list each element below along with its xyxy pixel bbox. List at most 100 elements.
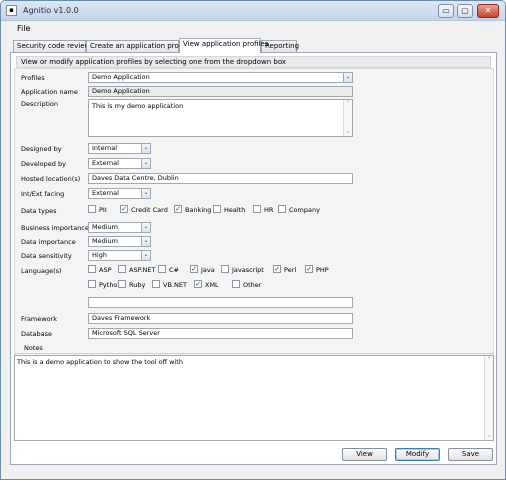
chevron-down-icon: ⌄ [141, 189, 150, 198]
facing-value: External [92, 189, 119, 197]
description-textarea[interactable]: This is my demo application ⌃ ⌄ [88, 99, 353, 137]
maximize-button[interactable]: ▢ [457, 4, 473, 18]
data-sensitivity-label: Data sensitivity [21, 252, 72, 260]
info-banner: View or modify application profiles by s… [16, 56, 491, 68]
language-checkbox-label: VB.NET [163, 281, 187, 289]
business-importance-label: Business importance [21, 224, 89, 232]
data-type-checkbox-label: Company [289, 206, 320, 214]
data-type-checkbox-label: Banking [185, 206, 212, 214]
close-button[interactable]: ✕ [477, 4, 499, 18]
developed-by-dropdown[interactable]: External ⌄ [88, 158, 151, 169]
developed-by-value: External [92, 159, 119, 167]
notes-textarea[interactable]: This is a demo application to show the t… [14, 355, 494, 441]
data-importance-label: Data importance [21, 238, 76, 246]
language-checkbox[interactable] [152, 280, 160, 288]
language-checkbox[interactable]: ✓ [305, 265, 313, 273]
database-field[interactable]: Microsoft SQL Server [88, 328, 353, 339]
chevron-down-icon: ⌄ [343, 73, 352, 82]
hosted-location-field[interactable]: Daves Data Centre, Dublin [88, 173, 353, 184]
data-importance-value: Medium [92, 237, 118, 245]
language-checkbox-label: Ruby [129, 281, 146, 289]
data-type-checkbox-label: PII [99, 206, 107, 214]
developed-by-label: Developed by [21, 160, 66, 168]
language-checkbox-label: Other [243, 281, 262, 289]
scroll-down-icon[interactable]: ⌄ [344, 128, 352, 136]
language-checkbox-label: Java [201, 266, 215, 274]
data-importance-dropdown[interactable]: Medium ⌄ [88, 236, 151, 247]
notes-header: Notes [14, 344, 494, 354]
language-checkbox[interactable] [118, 265, 126, 273]
data-type-checkbox[interactable] [88, 205, 96, 213]
languages-label: Language(s) [21, 267, 62, 275]
language-checkbox[interactable] [232, 280, 240, 288]
window-title: Agnitio v1.0.0 [23, 6, 79, 15]
database-label: Database [21, 330, 53, 338]
application-name-label: Application name [21, 88, 78, 96]
data-type-checkbox[interactable]: ✓ [174, 205, 182, 213]
profiles-dropdown[interactable]: Demo Application ⌄ [88, 72, 353, 83]
language-checkbox-label: C# [169, 266, 179, 274]
data-type-checkbox[interactable] [253, 205, 261, 213]
language-checkbox[interactable]: ✓ [190, 265, 198, 273]
facing-label: Int/Ext facing [21, 190, 65, 198]
minimize-button[interactable]: ▭ [438, 4, 454, 18]
tab-view-application-profiles[interactable]: View application profiles [179, 38, 268, 53]
business-importance-dropdown[interactable]: Medium ⌄ [88, 222, 151, 233]
language-checkbox[interactable] [88, 280, 96, 288]
data-types-label: Data types [21, 207, 57, 215]
data-type-checkbox[interactable]: ✓ [120, 205, 128, 213]
app-icon: ▪ [6, 5, 17, 16]
chevron-down-icon: ⌄ [141, 237, 150, 246]
designed-by-value: Internal [92, 144, 118, 152]
profiles-label: Profiles [21, 74, 45, 82]
menu-file[interactable]: File [17, 24, 30, 33]
language-checkbox-label: ASP [99, 266, 112, 274]
data-type-checkbox-label: HR [264, 206, 274, 214]
view-button[interactable]: View [342, 448, 387, 461]
other-language-field[interactable] [88, 297, 353, 308]
chevron-down-icon: ⌄ [141, 223, 150, 232]
hosted-location-label: Hosted location(s) [21, 175, 81, 183]
application-name-field[interactable]: Demo Application [88, 86, 353, 97]
language-checkbox-label: Javascript [232, 266, 264, 274]
save-button[interactable]: Save [448, 448, 493, 461]
profiles-value: Demo Application [92, 73, 150, 81]
description-scrollbar[interactable]: ⌃ ⌄ [343, 100, 352, 136]
data-type-checkbox[interactable] [278, 205, 286, 213]
language-checkbox-label: PHP [316, 266, 329, 274]
designed-by-dropdown[interactable]: Internal ⌄ [88, 143, 151, 154]
framework-label: Framework [21, 315, 57, 323]
chevron-down-icon: ⌄ [141, 144, 150, 153]
notes-value: This is a demo application to show the t… [17, 358, 183, 366]
chevron-down-icon: ⌄ [141, 251, 150, 260]
data-sensitivity-dropdown[interactable]: High ⌄ [88, 250, 151, 261]
language-checkbox[interactable] [118, 280, 126, 288]
chevron-down-icon: ⌄ [141, 159, 150, 168]
scroll-down-icon[interactable]: ⌄ [485, 432, 493, 440]
data-type-checkbox[interactable] [213, 205, 221, 213]
data-sensitivity-value: High [92, 251, 107, 259]
language-checkbox-label: ASP.NET [129, 266, 156, 274]
application-window: ▪ Agnitio v1.0.0 ▭ ▢ ✕ File Security cod… [0, 0, 506, 480]
framework-field[interactable]: Daves Framework [88, 313, 353, 324]
language-checkbox[interactable] [221, 265, 229, 273]
tab-panel: View or modify application profiles by s… [10, 52, 497, 465]
notes-label: Notes [24, 344, 43, 352]
menu-bar: File [1, 22, 505, 36]
facing-dropdown[interactable]: External ⌄ [88, 188, 151, 199]
language-checkbox-label: Perl [284, 266, 297, 274]
notes-scrollbar[interactable]: ⌃ ⌄ [484, 356, 493, 440]
language-checkbox[interactable] [158, 265, 166, 273]
language-checkbox-label: XML [205, 281, 219, 289]
description-label: Description [21, 100, 59, 108]
language-checkbox[interactable]: ✓ [194, 280, 202, 288]
language-checkbox[interactable] [88, 265, 96, 273]
designed-by-label: Designed by [21, 145, 62, 153]
modify-button[interactable]: Modify [395, 448, 440, 461]
scroll-up-icon[interactable]: ⌃ [344, 100, 352, 108]
data-type-checkbox-label: Credit Card [131, 206, 168, 214]
language-checkbox[interactable]: ✓ [273, 265, 281, 273]
title-bar[interactable]: ▪ Agnitio v1.0.0 ▭ ▢ ✕ [1, 1, 505, 21]
scroll-up-icon[interactable]: ⌃ [485, 356, 493, 364]
business-importance-value: Medium [92, 223, 118, 231]
